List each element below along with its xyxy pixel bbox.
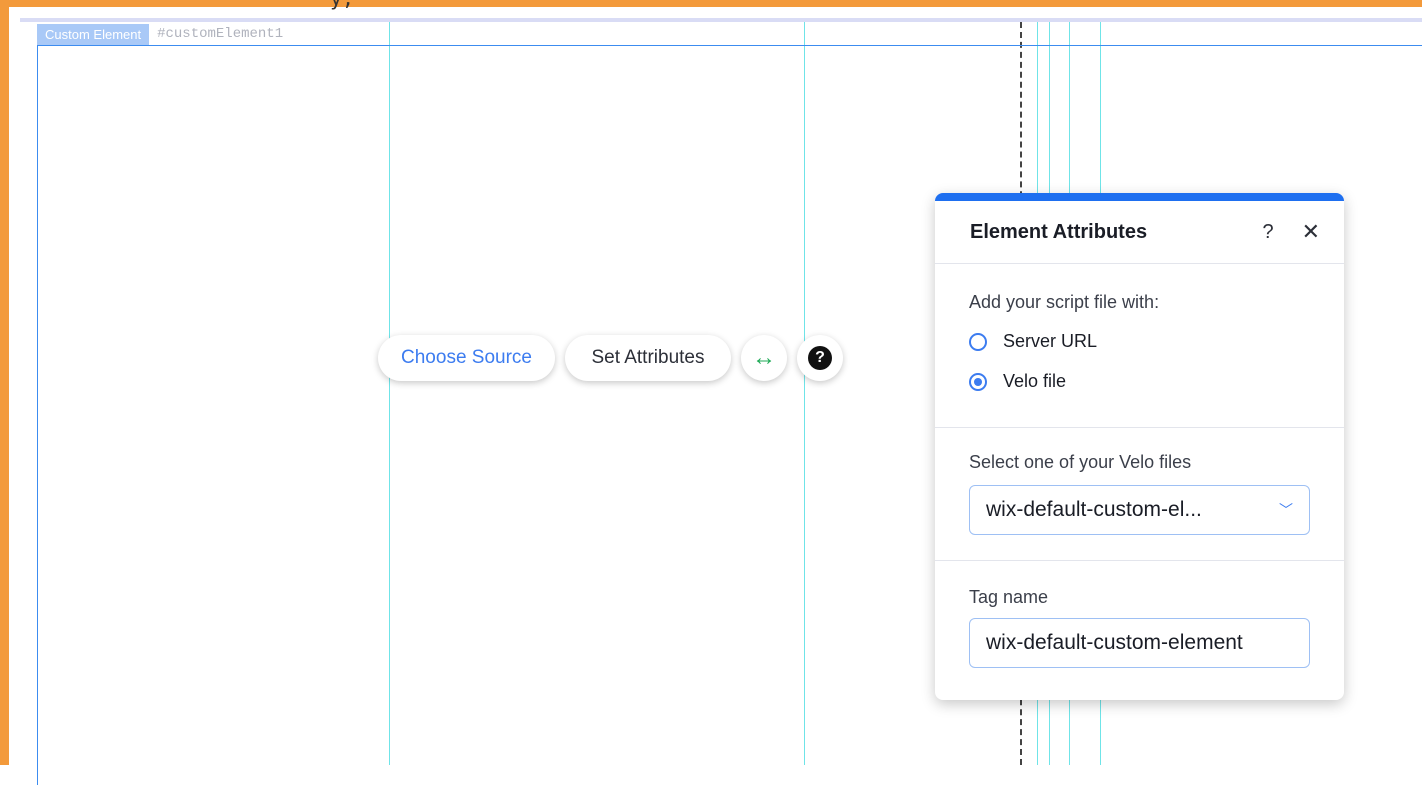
panel-help-icon[interactable]: ? [1262,221,1273,244]
question-circle-icon: ? [808,346,832,370]
script-source-section: Add your script file with: Server URL Ve… [935,264,1344,428]
element-label: Custom Element #customElement1 [37,24,292,45]
page-top-strip [20,18,1422,22]
radio-label: Server URL [1003,331,1098,351]
top-cropped-text: y, [330,0,354,10]
tag-name-label: Tag name [969,587,1049,607]
choose-source-button[interactable]: Choose Source [378,335,555,381]
panel-title: Element Attributes [970,220,1148,243]
script-source-label: Add your script file with: [969,292,1160,312]
velo-file-label: Select one of your Velo files [969,452,1192,472]
element-attributes-panel: Element Attributes ? ✕ Add your script f… [935,193,1344,700]
radio-button[interactable] [969,332,987,351]
help-button[interactable]: ? [797,335,843,381]
stretch-button[interactable]: ↔ [741,335,787,381]
radio-option-velo-file[interactable]: Velo file [969,371,1310,392]
dropdown-selected-value: wix-default-custom-el... [986,498,1202,521]
tag-name-input[interactable]: wix-default-custom-element [969,618,1310,668]
chevron-down-icon: ﹀ [1279,502,1293,518]
tag-name-section: Tag name wix-default-custom-element [935,561,1344,668]
radio-option-server-url[interactable]: Server URL [969,331,1310,352]
radio-label: Velo file [1003,371,1067,391]
stretch-arrows-icon: ↔ [752,344,776,371]
panel-accent-bar [935,193,1344,201]
velo-file-dropdown[interactable]: wix-default-custom-el... ﹀ [969,485,1310,535]
velo-file-section: Select one of your Velo files wix-defaul… [935,428,1344,561]
set-attributes-button[interactable]: Set Attributes [565,335,731,381]
close-icon[interactable]: ✕ [1302,219,1320,245]
element-id-label: #customElement1 [149,24,292,45]
panel-header: Element Attributes ? ✕ [935,201,1344,264]
tag-name-value: wix-default-custom-element [986,631,1243,654]
radio-button-selected[interactable] [969,372,987,391]
element-type-label: Custom Element [37,24,150,45]
